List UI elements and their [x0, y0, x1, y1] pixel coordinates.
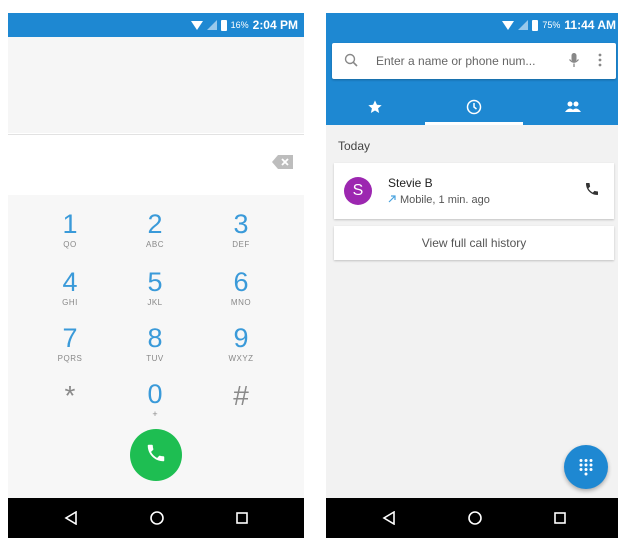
key-symbol: * [64, 380, 76, 411]
key-5[interactable]: 5 JKL [115, 267, 195, 323]
signal-icon [518, 20, 529, 30]
key-plus: + [152, 409, 158, 419]
key-digit: 7 [62, 323, 78, 353]
key-digit: 2 [147, 209, 163, 239]
status-bar: 16% 2:04 PM [8, 13, 304, 37]
key-letters: PQRS [57, 354, 83, 363]
backspace-icon[interactable] [272, 154, 294, 170]
home-button[interactable] [460, 506, 490, 530]
key-digit: 3 [233, 209, 249, 239]
star-icon [368, 100, 382, 113]
key-letters: ABC [146, 240, 164, 249]
key-6[interactable]: 6 MNO [201, 267, 281, 323]
battery-icon [532, 19, 539, 31]
overview-icon [554, 512, 566, 524]
dialpad-icon [579, 459, 593, 476]
battery-icon [220, 19, 227, 31]
key-4[interactable]: 4 GHI [30, 267, 110, 323]
back-icon [64, 511, 77, 525]
call-log-screen: 75% 11:44 AM Enter a name or phone num..… [326, 13, 618, 538]
recents-button[interactable] [545, 506, 575, 530]
phone-icon [145, 442, 167, 469]
outgoing-call-icon [388, 194, 396, 206]
key-hash[interactable]: # [201, 379, 281, 435]
key-digit: 6 [233, 267, 249, 297]
people-icon [565, 101, 581, 112]
digits-display [8, 37, 304, 133]
back-button[interactable] [374, 506, 404, 530]
search-icon [344, 53, 358, 72]
key-letters: DEF [232, 240, 250, 249]
overview-icon [236, 512, 248, 524]
more-options-icon[interactable] [598, 53, 602, 72]
key-digit: 1 [62, 209, 78, 239]
key-digit: 5 [147, 267, 163, 297]
clock-icon [466, 99, 482, 115]
phone-icon[interactable] [584, 181, 600, 202]
key-digit: 4 [62, 267, 78, 297]
home-icon [150, 511, 164, 525]
key-8[interactable]: 8 TUV [115, 323, 195, 379]
key-letters: JKL [147, 298, 163, 307]
key-digit: 8 [147, 323, 163, 353]
key-2[interactable]: 2 ABC [115, 209, 195, 265]
call-button[interactable] [130, 429, 182, 481]
call-detail: Mobile, 1 min. ago [388, 194, 490, 206]
tab-contacts[interactable] [524, 89, 618, 125]
view-full-call-history-button[interactable]: View full call history [334, 226, 614, 260]
search-bar [332, 43, 616, 79]
status-time: 2:04 PM [252, 18, 298, 32]
call-detail-text: Mobile, 1 min. ago [400, 194, 490, 206]
key-symbol: # [233, 380, 249, 411]
key-letters: TUV [146, 354, 164, 363]
navigation-bar [8, 498, 304, 538]
key-letters: WXYZ [228, 354, 254, 363]
microphone-icon[interactable] [568, 52, 580, 73]
key-3[interactable]: 3 DEF [201, 209, 281, 265]
section-header: Today [338, 139, 371, 153]
number-entry-field[interactable] [8, 134, 304, 196]
key-star[interactable]: * [30, 379, 110, 435]
key-9[interactable]: 9 WXYZ [201, 323, 281, 379]
wifi-icon [502, 20, 515, 30]
home-button[interactable] [142, 506, 172, 530]
tab-bar [326, 89, 618, 125]
wifi-icon [190, 20, 203, 30]
home-icon [468, 511, 482, 525]
battery-percent: 75% [542, 20, 561, 30]
back-icon [382, 511, 395, 525]
key-digit: 0 [147, 379, 163, 409]
tab-speed-dial[interactable] [326, 89, 424, 125]
key-letters: GHI [62, 298, 78, 307]
call-log-entry[interactable]: S Stevie B Mobile, 1 min. ago [334, 163, 614, 219]
tab-recents[interactable] [425, 89, 523, 125]
signal-icon [206, 20, 217, 30]
navigation-bar [326, 498, 618, 538]
search-input[interactable] [376, 51, 562, 71]
status-time: 11:44 AM [564, 18, 616, 32]
avatar: S [344, 177, 372, 205]
key-letters: MNO [230, 298, 252, 307]
key-0[interactable]: 0 + [115, 379, 195, 435]
dialpad-fab[interactable] [564, 445, 608, 489]
key-1[interactable]: 1 QO [30, 209, 110, 265]
recents-button[interactable] [227, 506, 257, 530]
battery-percent: 16% [230, 20, 249, 30]
back-button[interactable] [56, 506, 86, 530]
status-bar: 75% 11:44 AM [326, 13, 618, 37]
key-7[interactable]: 7 PQRS [30, 323, 110, 379]
key-letters: QO [63, 240, 77, 249]
dialer-screen: 16% 2:04 PM 1 QO 2 ABC 3 DEF 4 GHI 5 JKL [8, 13, 304, 538]
key-digit: 9 [233, 323, 249, 353]
contact-name: Stevie B [388, 176, 433, 190]
app-header [326, 37, 618, 125]
